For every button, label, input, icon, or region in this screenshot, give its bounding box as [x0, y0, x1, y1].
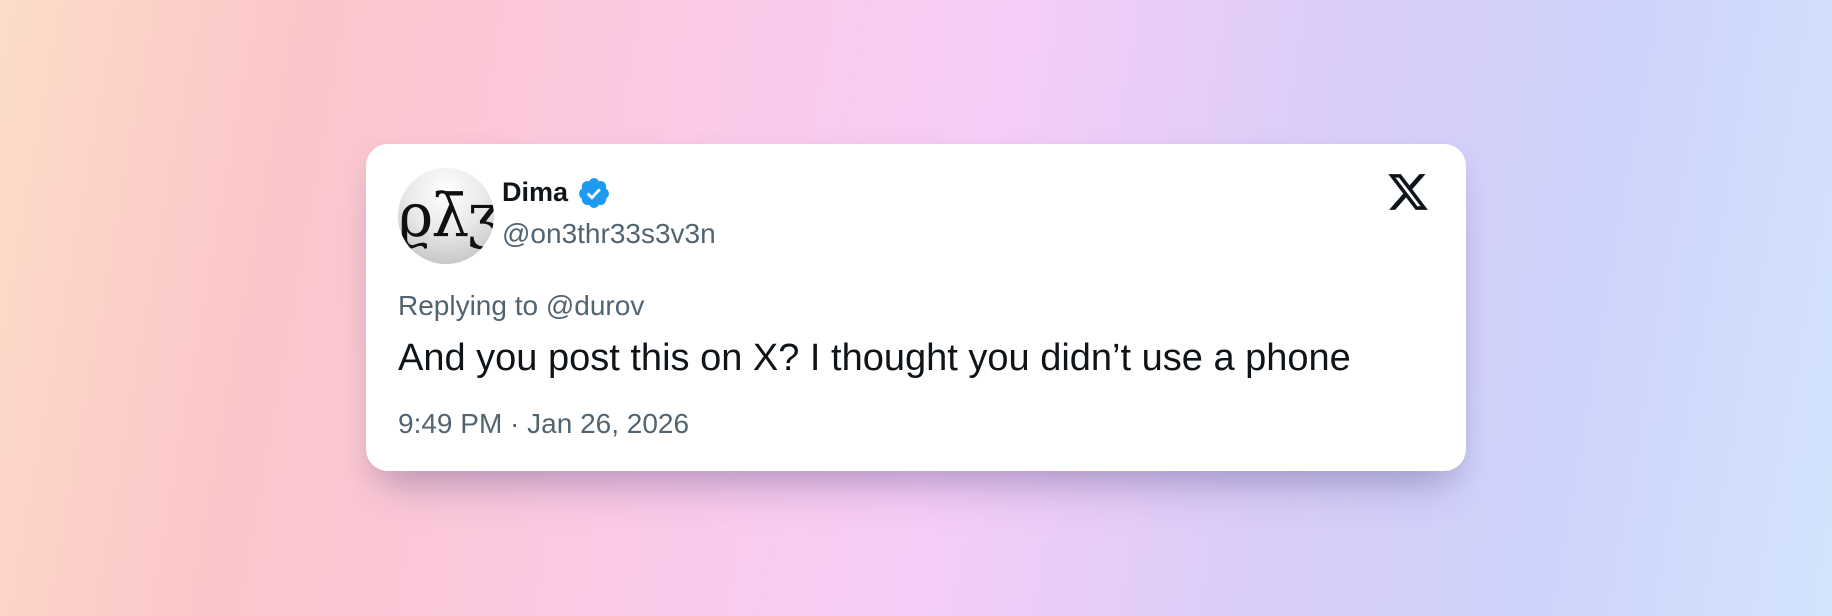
verified-badge-icon	[579, 178, 609, 208]
avatar[interactable]: ϱλ̄ʒ	[398, 168, 494, 264]
avatar-text: ϱλ̄ʒ	[398, 181, 494, 251]
author-handle[interactable]: @on3thr33s3v3n	[502, 218, 716, 250]
tweet-timestamp[interactable]: 9:49 PM · Jan 26, 2026	[398, 408, 689, 440]
tweet-card[interactable]: ϱλ̄ʒ Dima @on3thr33s3v3n Replying to @du…	[366, 144, 1466, 471]
replying-to[interactable]: Replying to @durov	[398, 290, 644, 322]
author-display-name[interactable]: Dima	[502, 176, 568, 208]
x-logo-icon[interactable]	[1386, 170, 1430, 214]
tweet-text: And you post this on X? I thought you di…	[398, 337, 1351, 379]
